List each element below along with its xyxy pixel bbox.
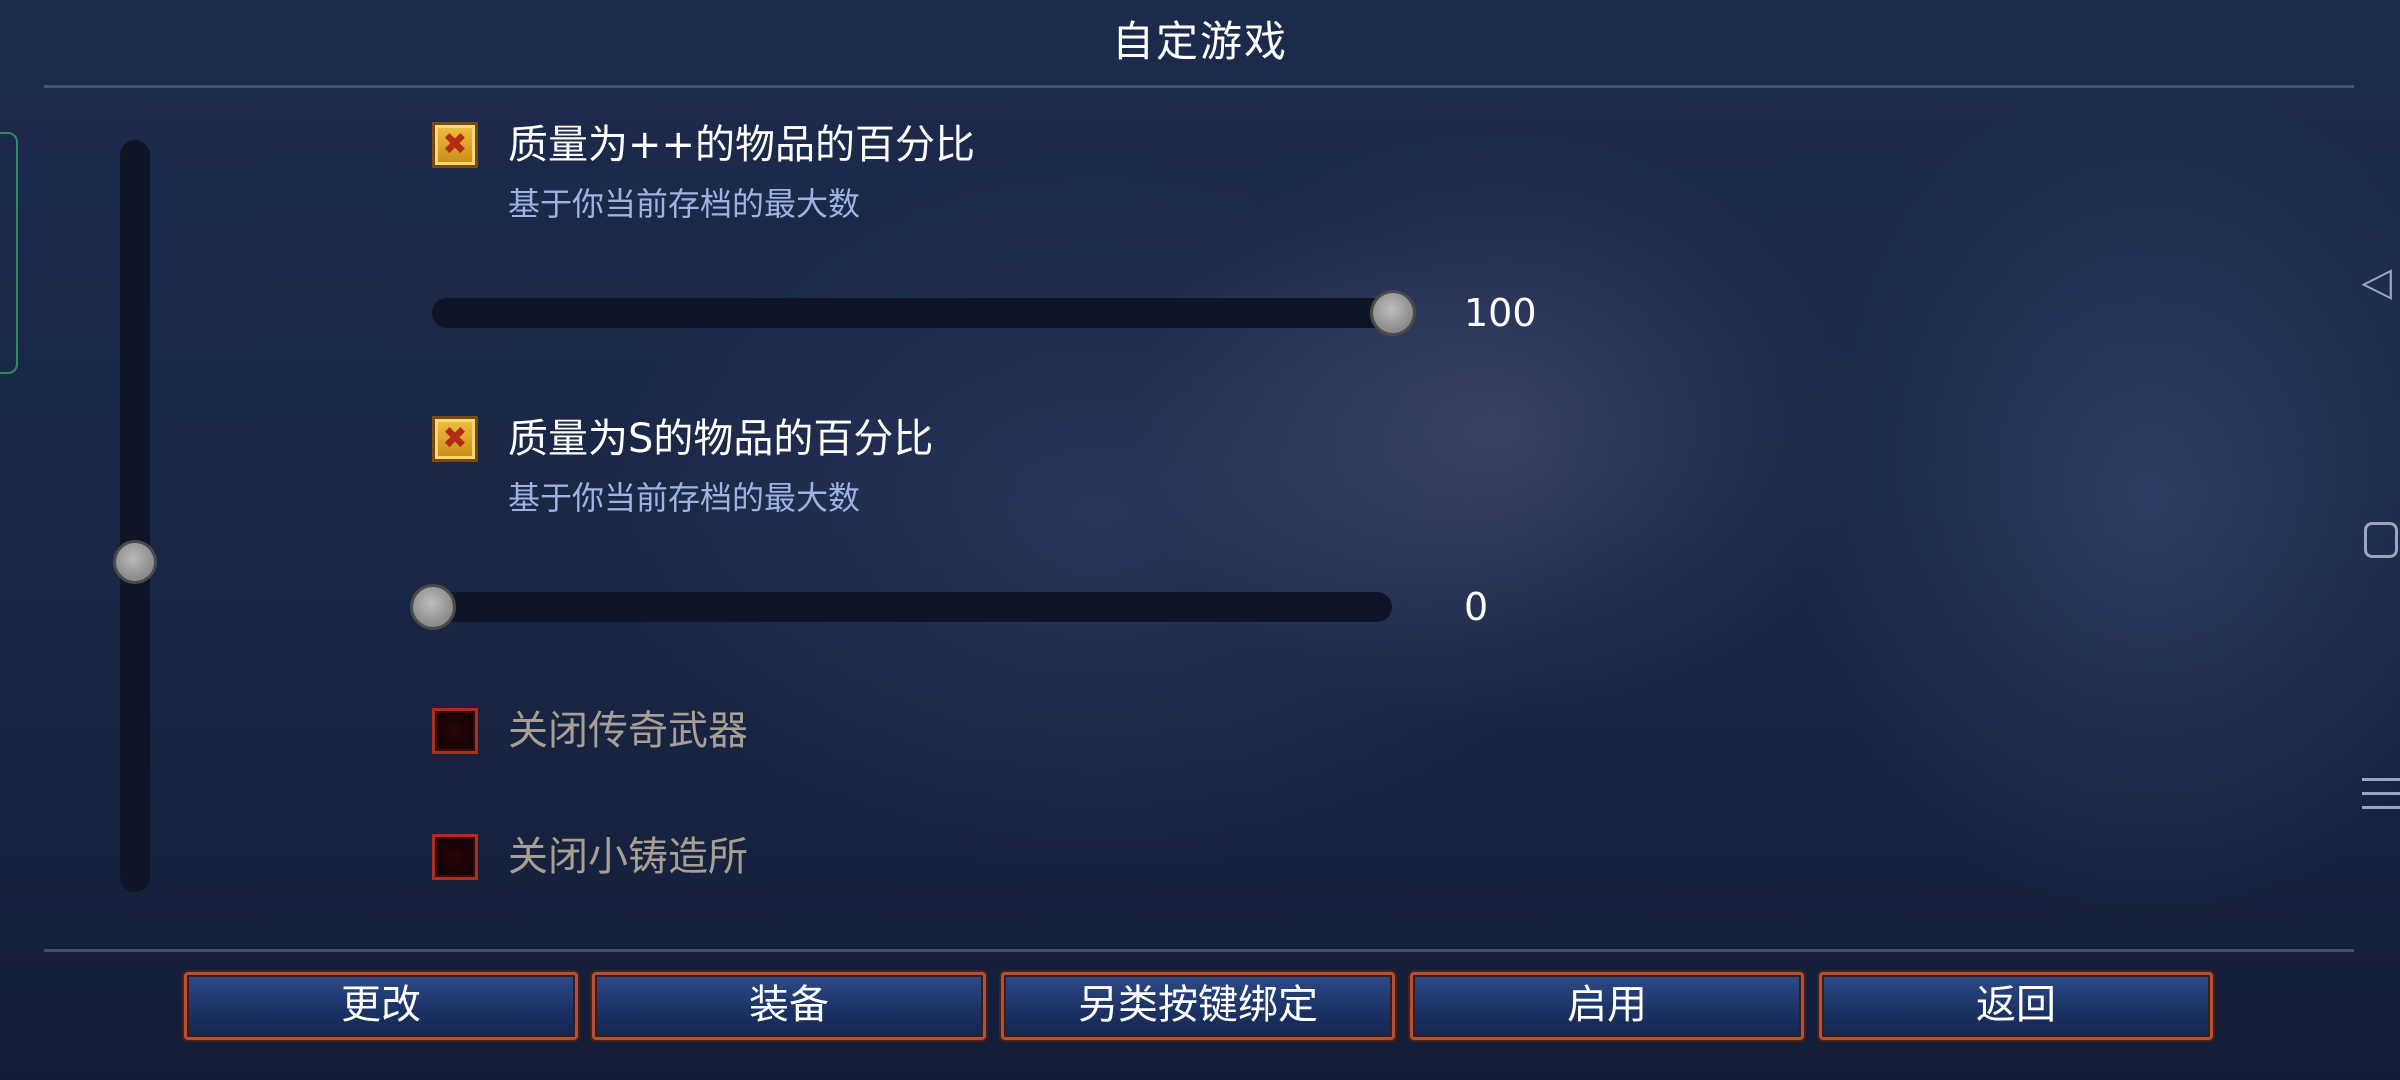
x-mark-icon: ✖ [442,421,468,456]
equip-button[interactable]: 装备 [592,972,986,1040]
slider-value: 0 [1464,585,1489,629]
bottom-divider [44,949,2354,952]
option-label: 质量为++的物品的百分比 [508,122,976,168]
slider-quality-plusplus[interactable] [432,298,1392,328]
slider-thumb-quality-plusplus[interactable] [1370,290,1416,336]
top-divider [44,85,2354,88]
x-mark-icon: ✖ [442,127,468,162]
alt-keybind-button[interactable]: 另类按键绑定 [1001,972,1395,1040]
option-subtitle: 基于你当前存档的最大数 [508,185,861,223]
slider-quality-s[interactable] [432,592,1392,622]
slider-value: 100 [1464,291,1537,335]
triangle-back-icon[interactable]: ◁ [2361,262,2392,302]
option-label: 关闭传奇武器 [508,708,748,754]
checkbox-quality-s[interactable]: ✖ [432,416,478,462]
vertical-scrollbar-thumb[interactable] [113,540,157,584]
option-label: 质量为S的物品的百分比 [508,416,934,462]
square-home-icon[interactable] [2364,522,2398,558]
checkbox-disable-small-forge[interactable] [432,834,478,880]
checkbox-quality-plusplus[interactable]: ✖ [432,122,478,168]
hamburger-menu-icon[interactable] [2362,778,2400,820]
option-subtitle: 基于你当前存档的最大数 [508,479,861,517]
slider-thumb-quality-s[interactable] [410,584,456,630]
option-label: 关闭小铸造所 [508,834,748,880]
page-title: 自定游戏 [1111,17,1288,66]
vertical-scrollbar[interactable] [120,140,150,892]
edge-panel-handle[interactable] [0,132,18,374]
change-button[interactable]: 更改 [184,972,578,1040]
back-button[interactable]: 返回 [1819,972,2213,1040]
checkbox-disable-legendary-weapons[interactable] [432,708,478,754]
enable-button[interactable]: 启用 [1410,972,1804,1040]
